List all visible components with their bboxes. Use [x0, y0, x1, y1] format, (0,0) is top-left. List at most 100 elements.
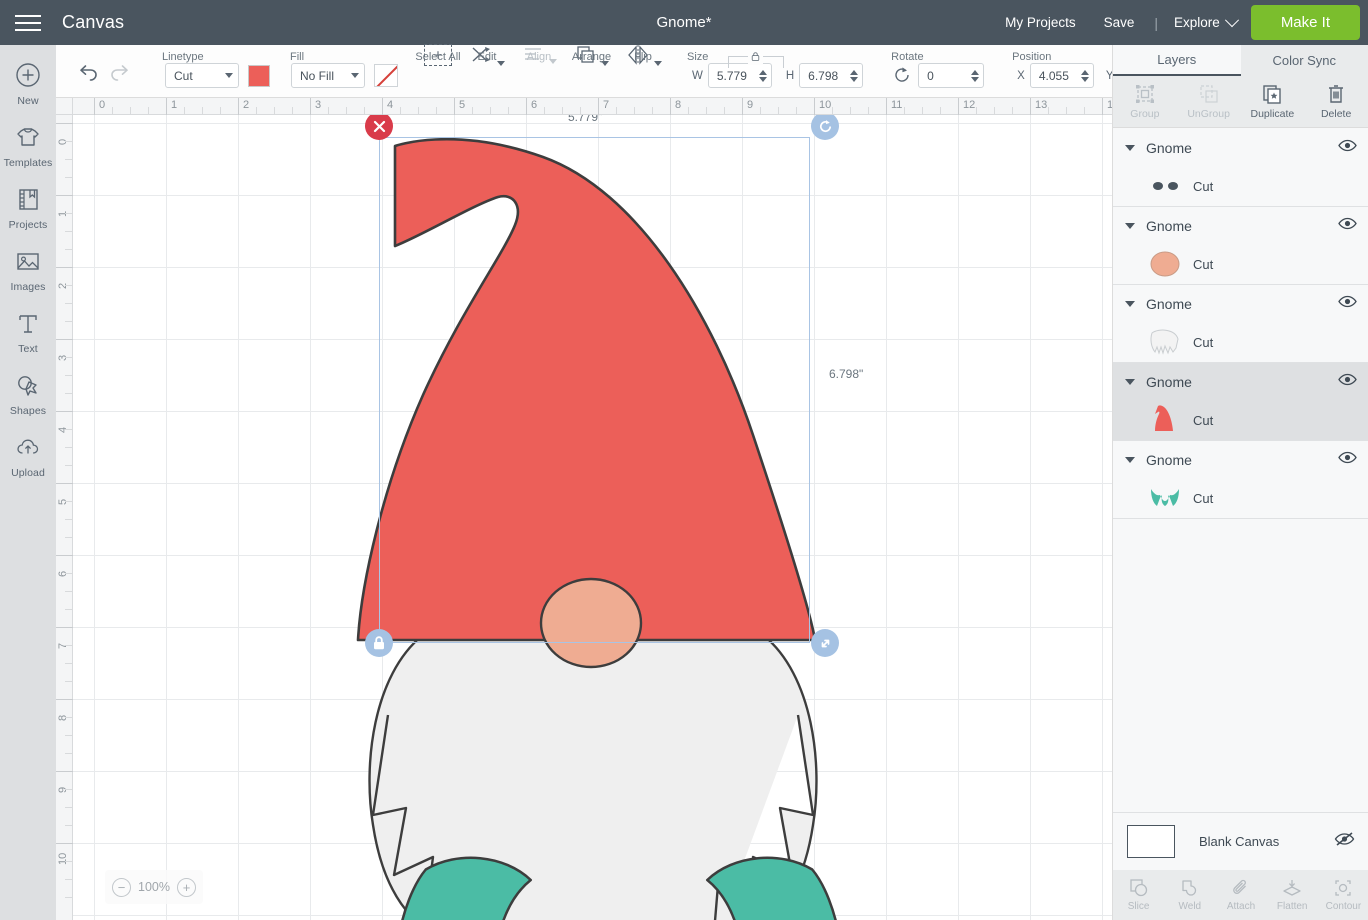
ruler-label: 10 [57, 852, 69, 865]
delete-button[interactable]: Delete [1304, 76, 1368, 127]
fill-value: No Fill [300, 68, 335, 83]
flatten-button[interactable]: Flatten [1267, 870, 1318, 920]
flip-label: Flip [634, 51, 652, 63]
ungroup-button[interactable]: UnGroup [1177, 76, 1241, 127]
canvas-area[interactable]: 01234567891011121314 012345678910 [56, 98, 1157, 920]
no-fill-swatch[interactable] [374, 64, 398, 87]
layer-group-selected[interactable]: Gnome Cut [1113, 363, 1368, 441]
layer-group[interactable]: Gnome Cut [1113, 129, 1368, 207]
duplicate-button[interactable]: Duplicate [1241, 76, 1305, 127]
layer-header[interactable]: Gnome [1113, 441, 1368, 478]
blank-canvas-row[interactable]: Blank Canvas [1113, 812, 1368, 870]
arrange-group[interactable]: Arrange [565, 44, 618, 97]
sidebar-item-new[interactable]: New [0, 61, 56, 107]
resize-handle-icon[interactable] [811, 629, 839, 657]
make-it-button[interactable]: Make It [1250, 5, 1360, 40]
layer-group[interactable]: Gnome Cut [1113, 207, 1368, 285]
linetype-color-swatch[interactable] [248, 65, 270, 87]
height-field[interactable] [799, 63, 864, 88]
lock-handle-icon[interactable] [365, 629, 393, 657]
x-prefix: X [1017, 70, 1025, 82]
sidebar-item-images[interactable]: Images [0, 247, 56, 293]
layer-operation: Cut [1193, 334, 1214, 350]
eye-icon[interactable] [1338, 451, 1357, 469]
rotate-icon[interactable] [892, 65, 912, 85]
layer-row[interactable]: Cut [1113, 478, 1368, 518]
chevron-down-icon[interactable] [1125, 456, 1135, 463]
x-input[interactable] [1038, 68, 1081, 83]
ruler-minor-tick [976, 107, 977, 115]
chevron-down-icon[interactable] [1125, 378, 1135, 385]
canvas-grid[interactable]: 6.798" 5.779" − 100% + [73, 115, 1112, 920]
my-projects-link[interactable]: My Projects [991, 15, 1090, 30]
layer-header[interactable]: Gnome [1113, 285, 1368, 322]
layer-list[interactable]: Gnome Cut Gnome Cut Gnome Cut Gnome Cut … [1113, 129, 1368, 870]
layer-group[interactable]: Gnome Cut [1113, 441, 1368, 519]
eye-icon[interactable] [1338, 217, 1357, 235]
save-button[interactable]: Save [1090, 15, 1149, 30]
layer-row[interactable]: Cut [1113, 166, 1368, 206]
width-stepper[interactable] [758, 69, 769, 82]
flatten-label: Flatten [1276, 901, 1308, 912]
x-field[interactable] [1029, 63, 1094, 88]
select-all-group[interactable]: Select All + [415, 44, 461, 97]
weld-button[interactable]: Weld [1164, 870, 1215, 920]
layer-row[interactable]: Cut [1113, 244, 1368, 284]
rotate-input[interactable] [927, 68, 970, 83]
layer-header[interactable]: Gnome [1113, 207, 1368, 244]
eye-icon[interactable] [1338, 373, 1357, 391]
rotate-field[interactable] [918, 63, 985, 88]
zoom-control: − 100% + [105, 870, 203, 904]
layer-row[interactable]: Cut [1113, 322, 1368, 362]
layer-name: Gnome [1146, 373, 1192, 390]
x-stepper[interactable] [1080, 69, 1091, 82]
chevron-down-icon[interactable] [1125, 222, 1135, 229]
linetype-select[interactable]: Cut [165, 63, 239, 88]
contour-button[interactable]: Contour [1318, 870, 1368, 920]
zoom-in-button[interactable]: + [176, 877, 196, 897]
hamburger-icon[interactable] [0, 14, 56, 31]
height-stepper[interactable] [850, 69, 860, 82]
edit-group[interactable]: Edit [461, 44, 513, 97]
width-input[interactable] [716, 68, 759, 83]
sidebar-item-text[interactable]: Text [0, 309, 56, 355]
ruler-minor-tick [1048, 107, 1049, 115]
tab-color-sync[interactable]: Color Sync [1241, 45, 1368, 76]
sidebar-item-templates[interactable]: Templates [0, 123, 56, 169]
blank-canvas-swatch[interactable] [1127, 825, 1175, 858]
layer-header[interactable]: Gnome [1113, 363, 1368, 400]
ruler-minor-tick [922, 107, 923, 115]
redo-icon[interactable] [108, 62, 134, 88]
ruler-minor-tick [418, 107, 419, 115]
layer-header[interactable]: Gnome [1113, 129, 1368, 166]
position-label: Position [1012, 51, 1052, 63]
eye-icon[interactable] [1338, 139, 1357, 157]
gnome-artwork[interactable] [73, 115, 1112, 920]
align-group: Align [513, 44, 565, 97]
ruler-minor-tick [364, 107, 365, 115]
lock-icon[interactable] [748, 48, 763, 65]
sidebar-item-shapes[interactable]: Shapes [0, 371, 56, 417]
sidebar-item-upload[interactable]: Upload [0, 433, 56, 479]
chevron-down-icon[interactable] [1125, 300, 1135, 307]
undo-icon[interactable] [74, 62, 100, 88]
linetype-value: Cut [174, 68, 193, 83]
height-input[interactable] [808, 68, 851, 83]
zoom-out-button[interactable]: − [112, 877, 131, 897]
layer-group[interactable]: Gnome Cut [1113, 285, 1368, 363]
attach-button[interactable]: Attach [1215, 870, 1266, 920]
fill-select[interactable]: No Fill [291, 63, 365, 88]
group-button[interactable]: Group [1113, 76, 1177, 127]
eye-icon[interactable] [1338, 295, 1357, 313]
layer-row[interactable]: Cut [1113, 400, 1368, 440]
eye-off-icon[interactable] [1334, 831, 1355, 852]
chevron-down-icon[interactable] [1125, 144, 1135, 151]
tab-layers[interactable]: Layers [1113, 45, 1241, 76]
rotate-stepper[interactable] [971, 69, 981, 82]
sidebar-item-projects[interactable]: Projects [0, 185, 56, 231]
ruler-tick [56, 843, 73, 844]
slice-button[interactable]: Slice [1113, 870, 1164, 920]
flip-group[interactable]: Flip [618, 44, 668, 97]
ruler-minor-tick [940, 107, 941, 115]
machine-selector[interactable]: Explore [1164, 12, 1251, 30]
